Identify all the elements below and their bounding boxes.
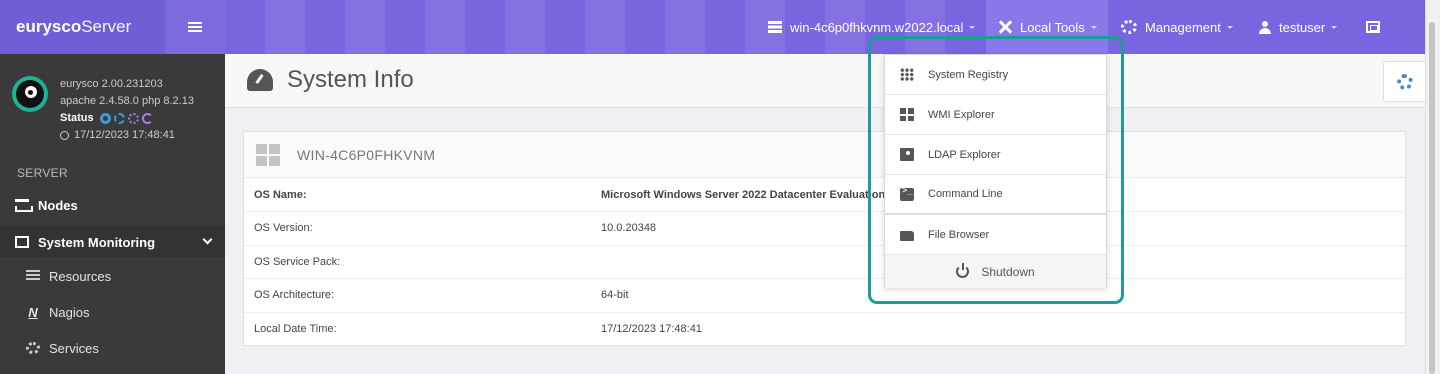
- sidebar-item-label: Services: [49, 340, 99, 356]
- local-tools-label: Local Tools: [1020, 19, 1085, 35]
- panel-header: WIN-4C6P0FHKVNM: [244, 132, 1405, 178]
- windows-icon: [900, 108, 914, 121]
- server-status-panel: eurysco 2.00.231203 apache 2.4.58.0 php …: [12, 72, 222, 147]
- fullscreen-icon: [1366, 21, 1380, 33]
- content-header: System Info: [225, 54, 1425, 108]
- user-label: testuser: [1279, 19, 1326, 35]
- address-book-icon: [900, 148, 914, 161]
- brand-name-light: Server: [81, 17, 132, 36]
- menu-item-label: Command Line: [928, 188, 1003, 200]
- menu-item-system-registry[interactable]: System Registry: [885, 55, 1106, 95]
- table-row: Local Date Time: 17/12/2023 17:48:41: [244, 311, 1405, 346]
- table-row: OS Service Pack:: [244, 244, 1405, 279]
- page-title-text: System Info: [287, 66, 414, 93]
- menu-item-label: System Registry: [928, 68, 1009, 81]
- stack-text: apache 2.4.58.0 php 8.2.13: [60, 95, 194, 107]
- menu-item-label: WMI Explorer: [928, 108, 995, 121]
- row-key: Local Date Time:: [244, 311, 591, 346]
- brand-logo[interactable]: eurysco Server: [0, 0, 165, 54]
- menu-item-command-line[interactable]: Command Line: [885, 175, 1106, 215]
- menu-item-label: LDAP Explorer: [928, 148, 1001, 161]
- panel-title: WIN-4C6P0FHKVNM: [297, 146, 436, 163]
- table-row: OS Name: Microsoft Windows Server 2022 D…: [244, 178, 1405, 212]
- menu-item-file-browser[interactable]: File Browser: [885, 215, 1106, 255]
- brand-bar: eurysco Server: [0, 0, 225, 54]
- sidebar-item-label: Nagios: [49, 304, 90, 320]
- info-table: OS Name: Microsoft Windows Server 2022 D…: [244, 178, 1405, 346]
- local-tools-menu[interactable]: Local Tools: [998, 0, 1097, 54]
- monitor-icon: [15, 236, 29, 248]
- sidebar-item-services[interactable]: Services: [0, 332, 225, 364]
- chevron-down-icon: [202, 234, 213, 245]
- user-menu[interactable]: testuser: [1259, 0, 1338, 54]
- clock-icon: [60, 131, 69, 140]
- windows-icon: [256, 143, 280, 166]
- table-row: OS Architecture: 64-bit: [244, 278, 1405, 312]
- row-key: OS Architecture:: [244, 278, 591, 312]
- cogs-icon: [1121, 20, 1137, 34]
- fullscreen-button[interactable]: [1366, 0, 1388, 54]
- management-menu[interactable]: Management: [1121, 0, 1233, 54]
- shutdown-button[interactable]: Shutdown: [885, 255, 1106, 288]
- gear-icon: [26, 342, 40, 354]
- sidebar-item-resources[interactable]: Resources: [0, 260, 225, 292]
- host-menu[interactable]: win-4c6p0fhkvnm.w2022.local: [768, 0, 976, 54]
- table-row: OS Version: 10.0.20348: [244, 211, 1405, 245]
- avatar: [12, 76, 48, 112]
- sitemap-icon: [15, 199, 33, 212]
- sidebar-item-nodes[interactable]: Nodes: [0, 189, 225, 221]
- row-key: OS Service Pack:: [244, 244, 591, 279]
- section-label-server: SERVER: [17, 166, 68, 180]
- menu-item-label: File Browser: [928, 228, 990, 241]
- sidebar-item-system-monitoring[interactable]: System Monitoring: [0, 226, 225, 258]
- caret-down-icon: [1226, 25, 1233, 29]
- sidebar-item-label: Resources: [49, 268, 112, 284]
- host-label: win-4c6p0fhkvnm.w2022.local: [790, 19, 964, 35]
- row-key: OS Name:: [254, 188, 307, 201]
- local-tools-dropdown: System Registry WMI Explorer LDAP Explor…: [884, 54, 1107, 288]
- sidebar-toggle-button[interactable]: [165, 0, 225, 54]
- folder-open-icon: [900, 230, 914, 241]
- status-label: Status: [60, 112, 94, 124]
- server-icon: [768, 21, 782, 33]
- sidebar-item-nagios[interactable]: N Nagios: [0, 296, 225, 328]
- grid-icon: [900, 68, 914, 81]
- caret-down-icon: [1090, 25, 1097, 29]
- shutdown-label: Shutdown: [981, 264, 1035, 279]
- nagios-icon: N: [28, 304, 38, 320]
- power-icon: [956, 263, 970, 278]
- top-navbar: win-4c6p0fhkvnm.w2022.local Local Tools …: [225, 0, 1425, 54]
- row-key: OS Version:: [244, 211, 591, 245]
- settings-button[interactable]: [1383, 61, 1425, 102]
- brand-name-bold: eurysco: [16, 17, 82, 36]
- status-timestamp: 17/12/2023 17:48:41: [74, 129, 175, 141]
- status-icon-1: [99, 113, 111, 124]
- terminal-icon: [900, 186, 914, 201]
- caret-down-icon: [969, 25, 976, 29]
- gear-icon: [1396, 73, 1413, 90]
- refresh-icon[interactable]: [141, 113, 153, 124]
- server-icon: [26, 270, 40, 282]
- tools-icon: [998, 20, 1012, 34]
- system-info-panel: WIN-4C6P0FHKVNM OS Name: Microsoft Windo…: [243, 131, 1406, 346]
- sidebar: eurysco Server eurysco 2.00.231203 apache…: [0, 0, 225, 374]
- caret-down-icon: [1331, 25, 1338, 29]
- row-value: 17/12/2023 17:48:41: [591, 311, 1405, 346]
- management-label: Management: [1145, 19, 1221, 35]
- sidebar-item-label: Nodes: [38, 197, 78, 213]
- dashboard-icon: [247, 69, 273, 91]
- menu-item-ldap-explorer[interactable]: LDAP Explorer: [885, 135, 1106, 175]
- version-text: eurysco 2.00.231203: [60, 78, 163, 90]
- status-icon-3: [127, 113, 139, 124]
- scrollbar-thumb[interactable]: [1429, 22, 1435, 374]
- page-title: System Info: [247, 66, 414, 94]
- status-icon-2: [113, 113, 125, 124]
- menu-item-wmi-explorer[interactable]: WMI Explorer: [885, 95, 1106, 135]
- user-icon: [1259, 20, 1271, 34]
- hamburger-icon: [188, 26, 202, 28]
- sidebar-item-label: System Monitoring: [38, 234, 156, 250]
